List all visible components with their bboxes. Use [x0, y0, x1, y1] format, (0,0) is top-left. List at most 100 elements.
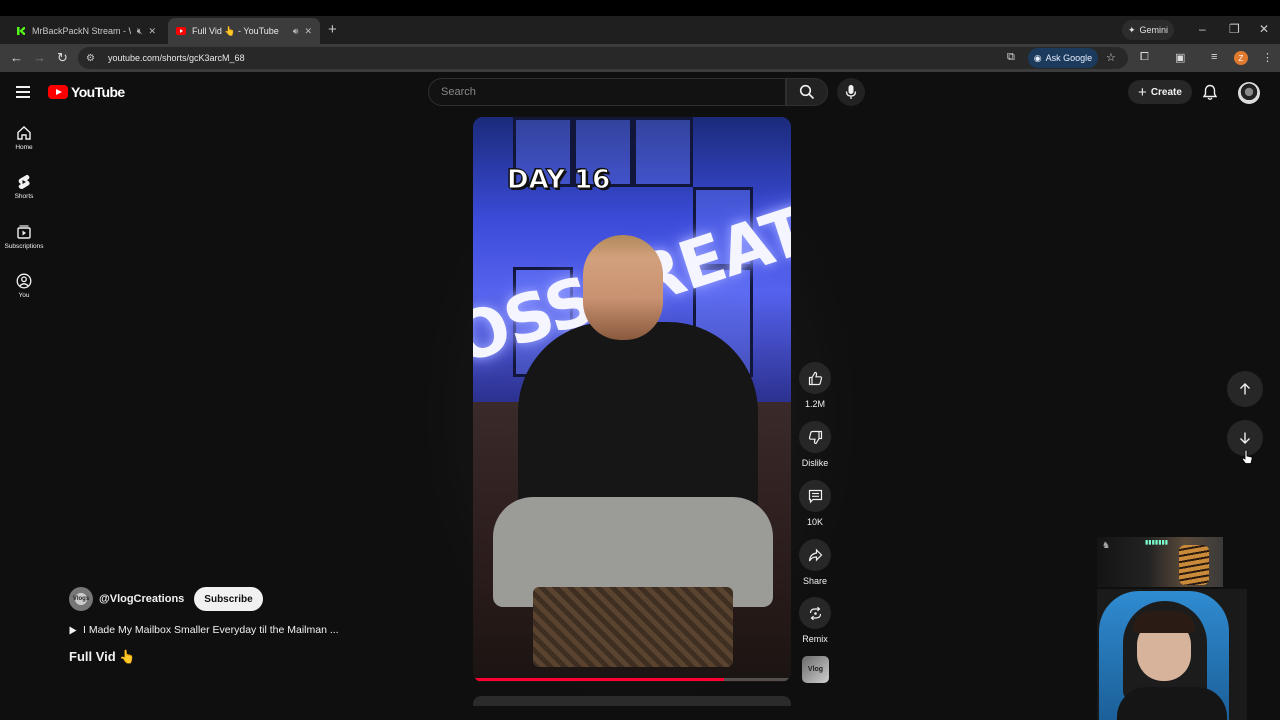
microphone-icon — [845, 85, 857, 99]
subscribe-button[interactable]: Subscribe — [194, 587, 263, 611]
rail-item-home[interactable]: Home — [0, 125, 48, 151]
you-icon — [16, 273, 32, 289]
url-text: youtube.com/shorts/gcK3arcM_68 — [108, 53, 245, 63]
minimize-icon[interactable]: – — [1199, 22, 1206, 36]
hand-cursor-icon — [1241, 449, 1253, 470]
notifications-button[interactable] — [1202, 84, 1218, 106]
rail-label: Home — [15, 144, 33, 151]
create-button[interactable]: + Create — [1128, 80, 1192, 104]
create-label: Create — [1150, 86, 1182, 98]
youtube-masthead: YouTube + Create — [0, 72, 1280, 114]
channel-handle[interactable]: @VlogCreations — [99, 593, 184, 605]
close-tab-icon[interactable]: ✕ — [304, 26, 312, 37]
forward-icon[interactable]: → — [33, 50, 46, 65]
linked-video-title: I Made My Mailbox Smaller Everyday til t… — [83, 624, 339, 636]
subscriptions-icon — [17, 225, 31, 239]
video-progress-bar[interactable] — [473, 678, 791, 681]
rail-item-subscriptions[interactable]: Subscriptions — [0, 224, 48, 250]
close-tab-icon[interactable]: ✕ — [148, 26, 156, 37]
kick-icon — [16, 26, 26, 36]
comments-count: 10K — [806, 517, 823, 527]
thumbs-up-icon — [808, 371, 822, 385]
comments-button[interactable]: 10K — [799, 480, 831, 527]
video-person-head — [583, 235, 663, 340]
install-app-icon[interactable]: ⧉ — [1007, 51, 1015, 64]
dislike-button[interactable]: Dislike — [799, 421, 831, 468]
voice-search-button[interactable] — [837, 78, 865, 106]
sound-thumbnail[interactable]: Vlog — [802, 656, 829, 683]
webcam-sticker-label: ▮▮▮▮▮▮▮ — [1145, 540, 1169, 546]
back-icon[interactable]: ← — [10, 50, 23, 65]
channel-info: Vlogs @VlogCreations Subscribe — [69, 587, 263, 611]
ask-google-button[interactable]: ◉ Ask Google — [1028, 48, 1098, 68]
youtube-icon — [176, 26, 186, 36]
reload-icon[interactable]: ↻ — [57, 50, 68, 66]
streamer-hair — [1133, 611, 1195, 633]
account-avatar[interactable] — [1238, 82, 1260, 104]
remix-icon — [809, 606, 821, 620]
site-info-icon[interactable]: ⚙ — [86, 53, 98, 64]
restore-icon[interactable]: ❐ — [1229, 22, 1240, 36]
mute-icon[interactable]: 🔇︎ — [137, 26, 143, 37]
bell-icon — [1202, 84, 1218, 100]
bookmark-star-icon[interactable]: ☆ — [1106, 51, 1116, 64]
remix-button[interactable]: Remix — [799, 597, 831, 644]
tab-title: MrBackPackN Stream - Wat — [32, 26, 131, 36]
previous-short-button[interactable] — [1227, 371, 1263, 407]
shorts-icon — [18, 174, 30, 190]
new-tab-button[interactable]: + — [328, 21, 337, 38]
media-controls-icon[interactable]: ≡ — [1211, 51, 1217, 63]
browser-tab-strip: MrBackPackN Stream - Wat 🔇︎ ✕ Full Vid 👆… — [0, 16, 1280, 44]
close-window-icon[interactable]: ✕ — [1259, 22, 1269, 36]
rail-item-shorts[interactable]: Shorts — [0, 174, 48, 200]
video-person-body — [518, 322, 758, 522]
short-title: Full Vid 👆 — [69, 649, 136, 664]
lens-icon: ◉ — [1033, 52, 1042, 63]
search-button[interactable] — [786, 78, 828, 106]
hamburger-menu-icon[interactable] — [16, 86, 30, 98]
gemini-label: Gemini — [1139, 25, 1169, 35]
youtube-logo[interactable]: YouTube — [48, 84, 125, 100]
rail-label: Shorts — [14, 193, 34, 200]
browser-toolbar: ← → ↻ ⚙ youtube.com/shorts/gcK3arcM_68 ⧉… — [0, 44, 1280, 72]
webcam-small-icon: ♞ — [1102, 540, 1111, 550]
comment-icon — [808, 489, 822, 503]
video-overlay-caption: DAY 16 — [506, 165, 611, 196]
play-icon — [69, 626, 77, 634]
like-button[interactable]: 1.2M — [799, 362, 831, 409]
tiger-poster-image — [1179, 545, 1209, 585]
search-icon — [799, 84, 815, 100]
share-icon — [808, 548, 822, 561]
shorts-video-player[interactable]: OSSCREATION DAY 16 — [473, 117, 791, 682]
channel-avatar[interactable]: Vlogs — [69, 587, 93, 611]
streamer-shirt — [1117, 687, 1227, 720]
address-bar[interactable]: ⚙ youtube.com/shorts/gcK3arcM_68 — [78, 47, 1128, 69]
speaker-icon[interactable]: 🔊︎ — [293, 26, 299, 37]
rail-label: You — [18, 292, 30, 299]
search-box — [428, 78, 786, 106]
dislike-label: Dislike — [801, 458, 829, 468]
linked-video-link[interactable]: I Made My Mailbox Smaller Everyday til t… — [69, 624, 339, 636]
extensions-icon[interactable]: ⧠ — [1140, 51, 1149, 64]
split-view-icon[interactable]: ▣ — [1175, 51, 1185, 64]
share-button[interactable]: Share — [799, 539, 831, 586]
rail-label: Subscriptions — [4, 243, 44, 250]
streamer-webcam-overlay: ♞ ▮▮▮▮▮▮▮ — [1097, 537, 1247, 720]
share-label: Share — [802, 576, 828, 586]
profile-avatar[interactable]: Z — [1234, 51, 1248, 65]
more-menu-icon[interactable]: ⋮ — [1262, 51, 1273, 64]
video-progress-fill — [473, 678, 725, 681]
search-input[interactable] — [441, 86, 785, 98]
plus-icon: + — [1138, 83, 1147, 101]
arrow-up-icon — [1240, 383, 1250, 395]
rail-item-you[interactable]: You — [0, 273, 48, 299]
thumbs-down-icon — [808, 430, 822, 444]
ask-google-label: Ask Google — [1045, 53, 1093, 63]
browser-tab-youtube[interactable]: Full Vid 👆 - YouTube 🔊︎ ✕ — [168, 18, 320, 44]
screen-top-bar — [0, 0, 1280, 16]
youtube-play-icon — [48, 85, 68, 99]
gemini-button[interactable]: ✦ Gemini — [1122, 20, 1174, 40]
video-window-pane — [633, 117, 693, 187]
like-count: 1.2M — [804, 399, 825, 409]
browser-tab-kick-stream[interactable]: MrBackPackN Stream - Wat 🔇︎ ✕ — [8, 18, 164, 44]
